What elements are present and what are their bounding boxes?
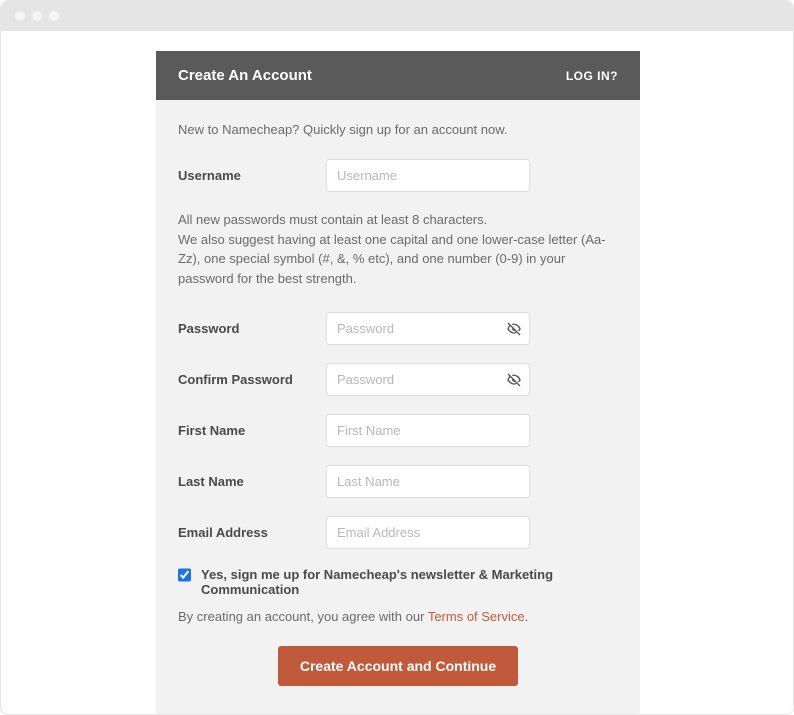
window-dot [15,11,25,21]
newsletter-checkbox[interactable] [178,568,191,582]
row-confirm-password: Confirm Password [178,363,618,396]
row-first-name: First Name [178,414,618,447]
password-input[interactable] [326,312,530,345]
eye-slash-icon[interactable] [506,372,522,388]
browser-chrome [1,1,794,31]
confirm-password-label: Confirm Password [178,372,326,387]
tos-link[interactable]: Terms of Service [428,609,525,624]
password-hint-line2: We also suggest having at least one capi… [178,232,606,286]
window-dot [49,11,59,21]
panel-header: Create An Account LOG IN? [156,51,640,100]
last-name-input[interactable] [326,465,530,498]
intro-text: New to Namecheap? Quickly sign up for an… [178,122,618,137]
tos-prefix: By creating an account, you agree with o… [178,609,428,624]
tos-suffix: . [525,609,529,624]
confirm-password-input[interactable] [326,363,530,396]
first-name-label: First Name [178,423,326,438]
row-username: Username [178,159,618,192]
last-name-label: Last Name [178,474,326,489]
password-label: Password [178,321,326,336]
signup-panel: Create An Account LOG IN? New to Nameche… [156,51,640,714]
create-account-button[interactable]: Create Account and Continue [278,646,518,686]
newsletter-label: Yes, sign me up for Namecheap's newslett… [201,567,618,597]
row-last-name: Last Name [178,465,618,498]
panel-title: Create An Account [178,67,312,84]
password-hint: All new passwords must contain at least … [178,210,618,288]
eye-slash-icon[interactable] [506,321,522,337]
first-name-input[interactable] [326,414,530,447]
login-link[interactable]: LOG IN? [566,69,618,83]
tos-text: By creating an account, you agree with o… [178,609,618,624]
row-email: Email Address [178,516,618,549]
username-label: Username [178,168,326,183]
newsletter-row: Yes, sign me up for Namecheap's newslett… [178,567,618,597]
password-hint-line1: All new passwords must contain at least … [178,212,487,227]
email-label: Email Address [178,525,326,540]
row-password: Password [178,312,618,345]
username-input[interactable] [326,159,530,192]
window-dot [32,11,42,21]
email-input[interactable] [326,516,530,549]
